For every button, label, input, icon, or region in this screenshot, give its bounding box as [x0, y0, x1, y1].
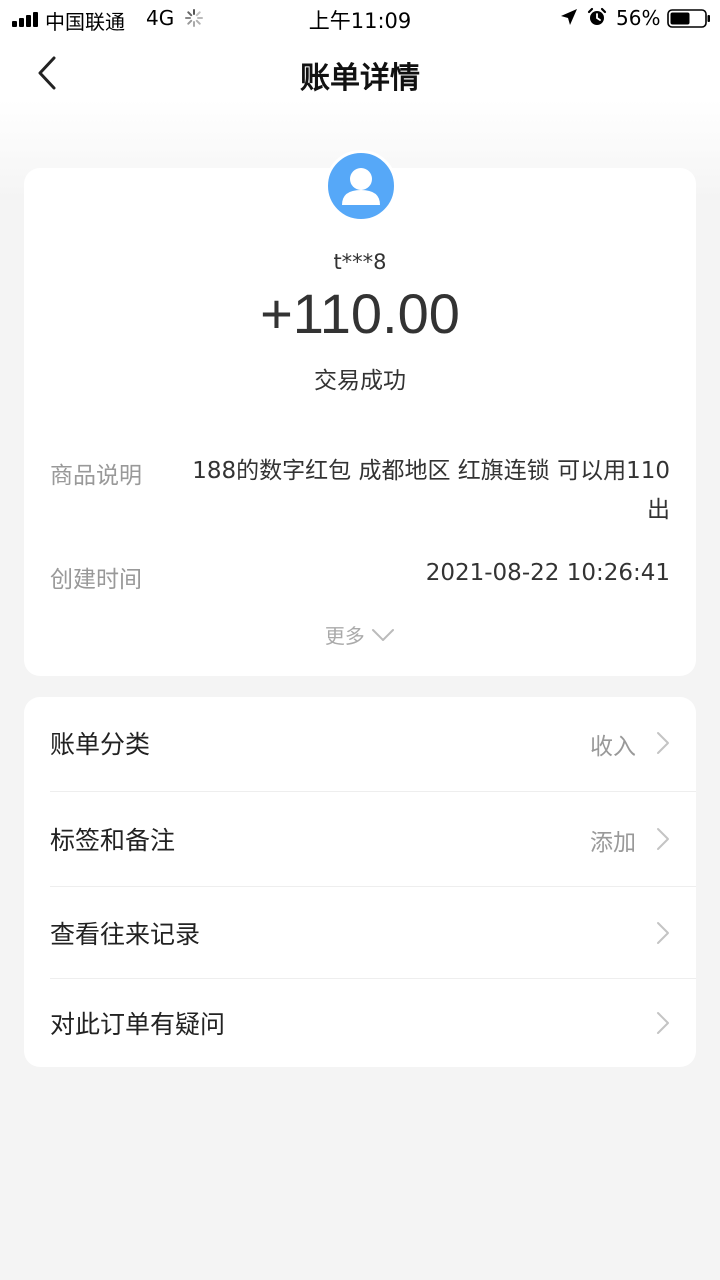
description-label: 商品说明	[50, 463, 142, 489]
battery-icon	[667, 9, 710, 28]
status-bar: 中国联通 4G 上午11:09 56%	[0, 0, 720, 36]
alarm-clock-icon	[587, 7, 607, 25]
more-button[interactable]: 更多	[24, 620, 696, 654]
chevron-right-icon	[657, 1012, 669, 1034]
tags-notes-label: 标签和备注	[50, 826, 176, 855]
actions-card: 账单分类 收入 标签和备注 添加 查看往来记录 对此订单有疑问	[24, 697, 696, 1067]
transaction-amount: +110.00	[260, 282, 460, 345]
counterparty-username: t***8	[333, 250, 387, 274]
chevron-down-icon	[372, 628, 395, 641]
created-time-value: 2021-08-22 10:26:41	[425, 560, 670, 586]
tags-notes-value: 添加	[590, 830, 636, 856]
history-records-item[interactable]: 查看往来记录	[24, 887, 696, 979]
bill-category-value: 收入	[590, 734, 636, 760]
page-title: 账单详情	[300, 61, 420, 96]
history-records-label: 查看往来记录	[50, 920, 201, 949]
divider	[50, 791, 696, 792]
order-question-label: 对此订单有疑问	[50, 1010, 226, 1039]
more-label: 更多	[324, 624, 365, 648]
transaction-detail-card: t***8 +110.00 交易成功 商品说明 188的数字红包 成都地区 红旗…	[24, 150, 696, 676]
battery-percentage: 56%	[616, 6, 661, 30]
order-question-item[interactable]: 对此订单有疑问	[24, 977, 696, 1069]
created-time-label: 创建时间	[50, 567, 142, 593]
chevron-right-icon	[657, 922, 669, 944]
chevron-right-icon	[657, 828, 669, 850]
bill-category-item[interactable]: 账单分类 收入	[24, 697, 696, 789]
description-value: 188的数字红包 成都地区 红旗连锁 可以用110出	[192, 458, 670, 523]
location-arrow-icon	[561, 9, 577, 25]
tags-notes-item[interactable]: 标签和备注 添加	[24, 793, 696, 885]
bill-category-label: 账单分类	[50, 730, 151, 759]
transaction-status: 交易成功	[314, 368, 406, 394]
clock-time: 上午11:09	[308, 9, 412, 33]
chevron-right-icon	[657, 732, 669, 754]
user-avatar-icon	[325, 150, 397, 222]
